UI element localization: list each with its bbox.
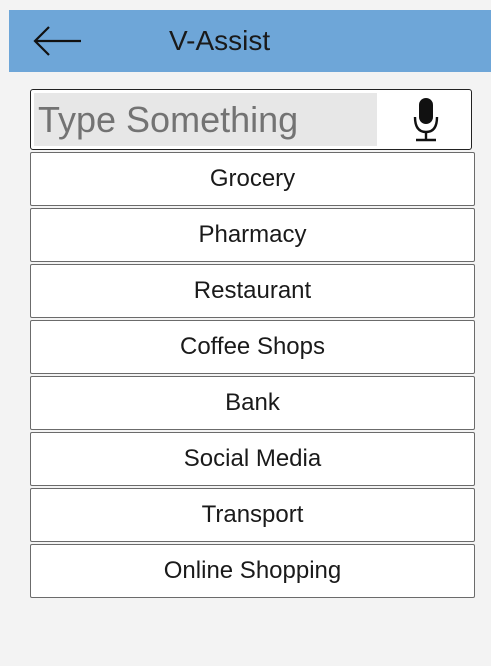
page-title: V-Assist (169, 25, 271, 56)
category-online-shopping[interactable]: Online Shopping (30, 544, 475, 598)
category-social-media[interactable]: Social Media (30, 432, 475, 486)
top-strip (0, 0, 491, 10)
category-restaurant[interactable]: Restaurant (30, 264, 475, 318)
arrow-left-icon (33, 26, 81, 56)
category-coffee-shops[interactable]: Coffee Shops (30, 320, 475, 374)
back-button[interactable] (31, 24, 83, 58)
category-bank[interactable]: Bank (30, 376, 475, 430)
microphone-icon (413, 98, 439, 142)
category-pharmacy[interactable]: Pharmacy (30, 208, 475, 262)
app-header: V-Assist (9, 10, 491, 72)
category-transport[interactable]: Transport (30, 488, 475, 542)
mic-button[interactable] (386, 97, 466, 143)
category-grocery[interactable]: Grocery (30, 152, 475, 206)
category-list: Grocery Pharmacy Restaurant Coffee Shops… (30, 152, 475, 600)
search-bar (30, 89, 472, 150)
search-input[interactable] (34, 93, 377, 146)
